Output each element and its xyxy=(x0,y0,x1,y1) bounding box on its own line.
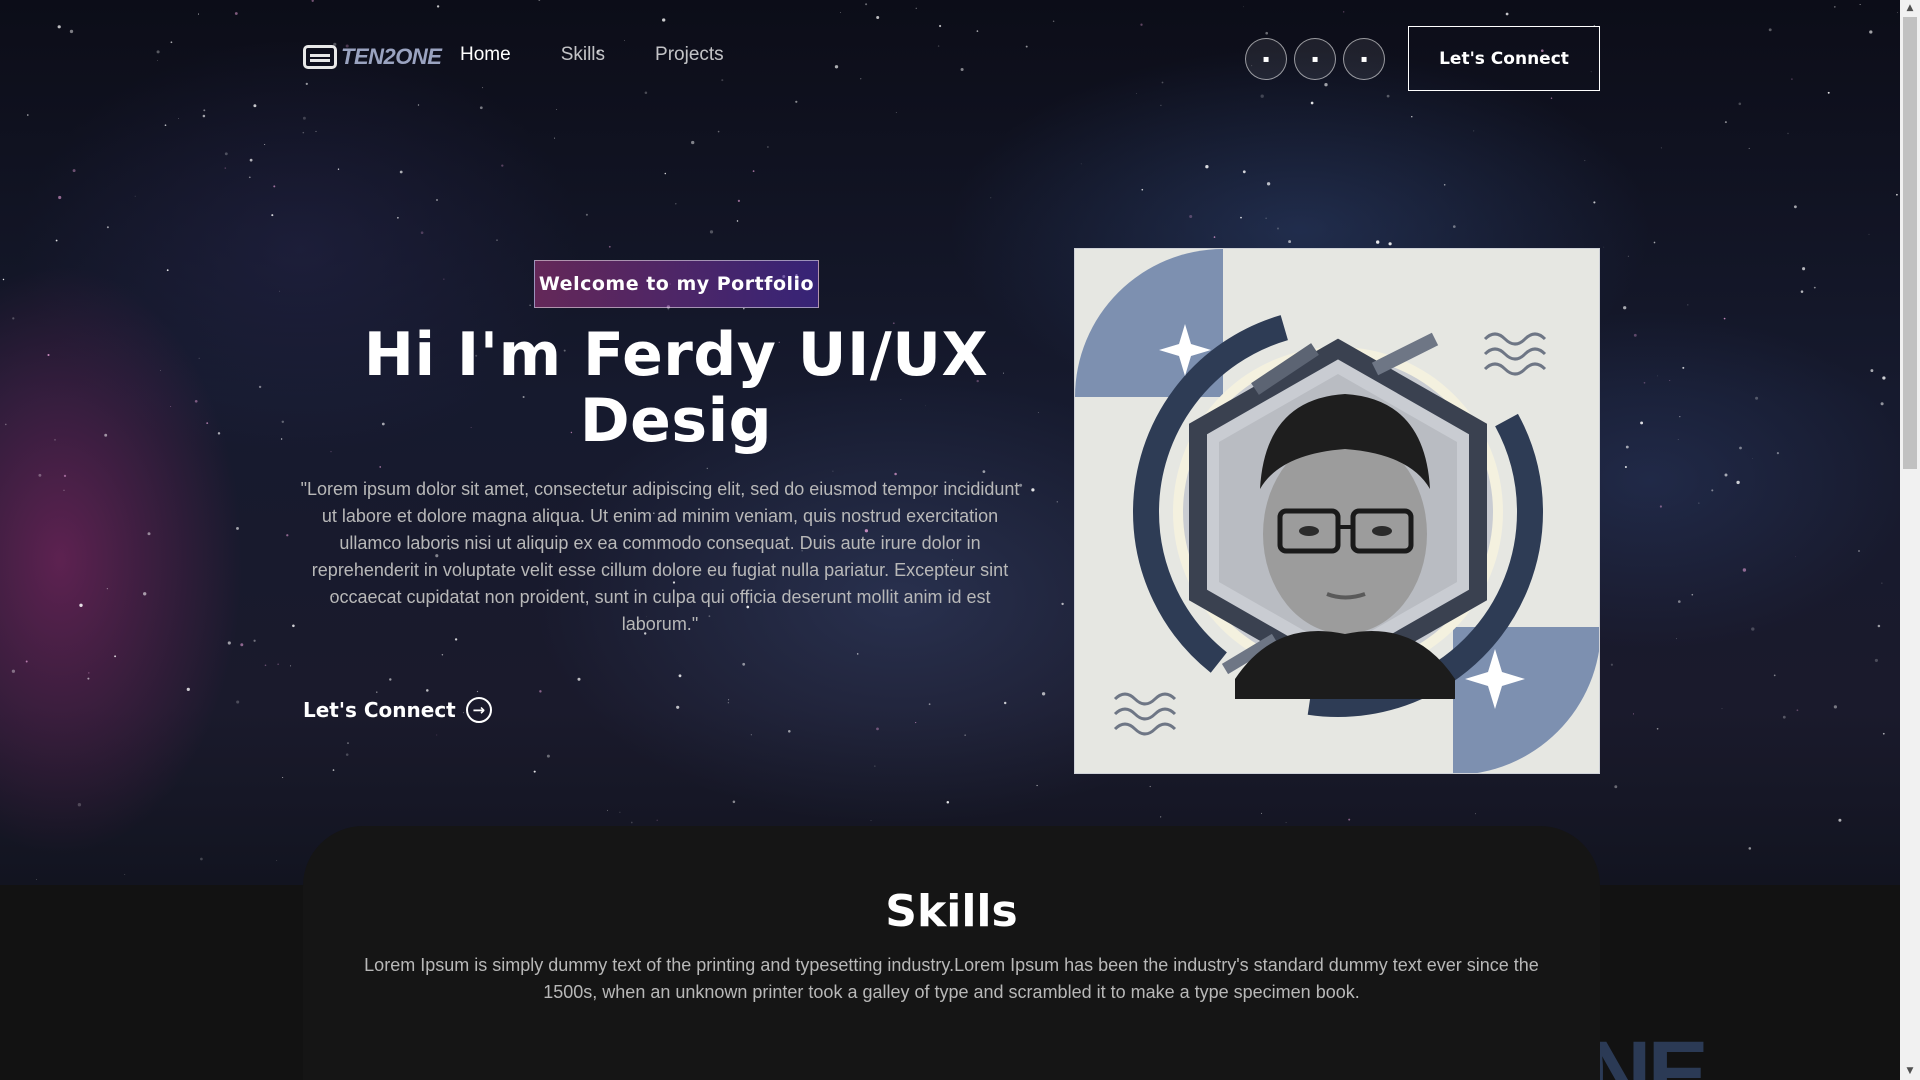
skills-description: Lorem Ipsum is simply dummy text of the … xyxy=(364,955,1539,1002)
nav-link-projects[interactable]: Projects xyxy=(655,44,724,66)
page-scrollbar[interactable]: ▲ ▼ xyxy=(1900,0,1920,1080)
hero-connect-button[interactable]: Let's Connect → xyxy=(303,697,492,723)
hero-title-line2: Desig xyxy=(579,386,773,456)
linkedin-icon[interactable]: ▪ xyxy=(1245,38,1287,80)
navbar: TEN2ONE Home Skills Projects ▪ ▪ ▪ Let's… xyxy=(0,0,1900,118)
scrollbar-thumb[interactable] xyxy=(1903,17,1917,469)
nav-links: Home Skills Projects xyxy=(460,44,724,66)
scroll-up-arrow-icon[interactable]: ▲ xyxy=(1900,0,1920,17)
nav-link-home[interactable]: Home xyxy=(460,44,511,66)
instagram-icon[interactable]: ▪ xyxy=(1343,38,1385,80)
scroll-down-arrow-icon[interactable]: ▼ xyxy=(1900,1063,1920,1080)
hero-connect-label: Let's Connect xyxy=(303,698,456,722)
hero-title: Hi I'm Ferdy UI/UX Desig xyxy=(300,322,1052,454)
nav-connect-button[interactable]: Let's Connect xyxy=(1408,26,1600,91)
logo-icon xyxy=(303,45,337,69)
hero-title-line1: Hi I'm Ferdy UI/UX xyxy=(363,320,989,390)
social-icons: ▪ ▪ ▪ xyxy=(1245,38,1385,80)
skills-title: Skills xyxy=(885,886,1018,937)
portrait-illustration xyxy=(1075,249,1599,773)
tagline-badge: Welcome to my Portfolio xyxy=(534,260,819,308)
arrow-right-circle-icon: → xyxy=(465,697,492,723)
skills-section: Skills Lorem Ipsum is simply dummy text … xyxy=(303,826,1600,1080)
facebook-icon[interactable]: ▪ xyxy=(1294,38,1336,80)
logo[interactable]: TEN2ONE xyxy=(303,44,442,70)
background-logo-letters: NE xyxy=(1585,1023,1709,1080)
nav-link-skills[interactable]: Skills xyxy=(561,44,605,66)
hero-portrait-image xyxy=(1074,248,1600,774)
hero-description: "Lorem ipsum dolor sit amet, consectetur… xyxy=(300,479,1020,634)
logo-text: TEN2ONE xyxy=(341,44,442,69)
